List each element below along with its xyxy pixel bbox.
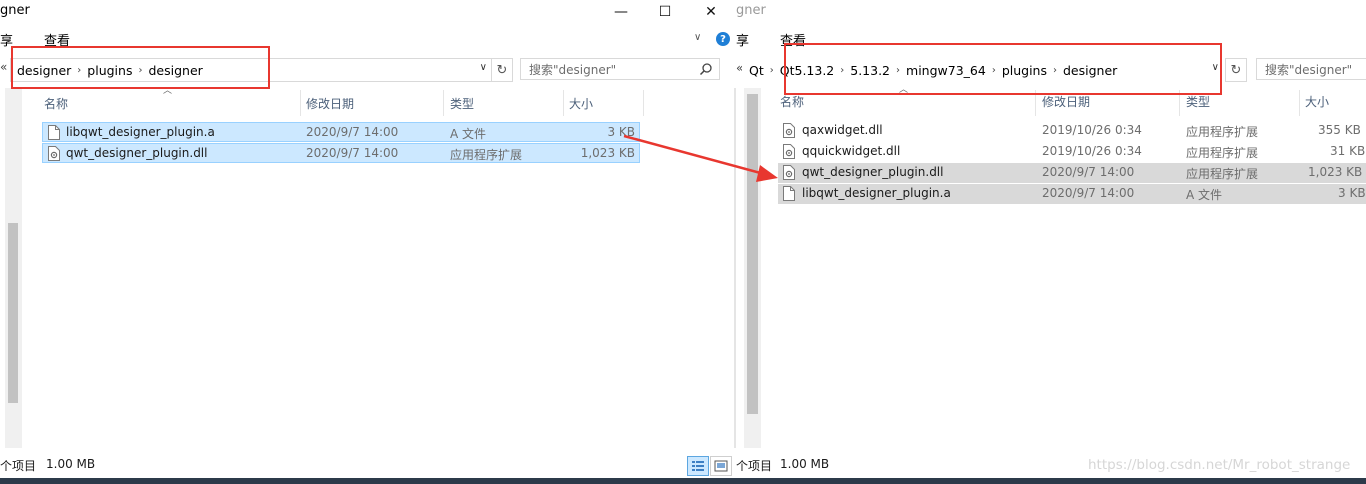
file-size: 3 KB xyxy=(1338,186,1366,200)
file-type: A 文件 xyxy=(1186,188,1223,202)
file-row[interactable]: qwt_designer_plugin.dll 2020/9/7 14:00 应… xyxy=(42,143,640,163)
annotation-arrow-icon xyxy=(623,134,778,182)
details-view-icon xyxy=(692,461,704,471)
refresh-button[interactable]: ↻ xyxy=(491,58,513,82)
file-type: 应用程序扩展 xyxy=(1186,167,1259,181)
maximize-button[interactable]: ☐ xyxy=(642,0,688,24)
file-date: 2020/9/7 14:00 xyxy=(1042,165,1135,179)
file-date: 2020/9/7 14:00 xyxy=(306,125,399,139)
column-header-size[interactable]: 大小 xyxy=(1305,90,1329,112)
file-row[interactable]: qaxwidget.dll 2019/10/26 0:34 应用程序扩展 355… xyxy=(778,121,1366,141)
window-title: gner xyxy=(736,3,766,18)
file-date: 2019/10/26 0:34 xyxy=(1042,123,1142,137)
help-icon[interactable]: ? xyxy=(716,32,730,46)
file-type: A 文件 xyxy=(450,127,487,141)
breadcrumb-item[interactable]: Qt xyxy=(749,63,764,78)
file-date: 2020/9/7 14:00 xyxy=(306,146,399,160)
refresh-icon: ↻ xyxy=(1230,62,1242,78)
file-icon xyxy=(48,125,60,140)
search-placeholder: 搜索"designer" xyxy=(529,62,617,77)
search-input[interactable]: 搜索"designer" xyxy=(520,58,720,80)
details-view-button[interactable] xyxy=(687,456,709,476)
close-button[interactable]: ✕ xyxy=(688,0,734,24)
desktop-background-strip xyxy=(0,478,1366,484)
file-row[interactable]: libqwt_designer_plugin.a 2020/9/7 14:00 … xyxy=(42,122,640,142)
column-header-date[interactable]: 修改日期 xyxy=(306,92,354,114)
watermark: https://blog.csdn.net/Mr_robot_strange xyxy=(1088,457,1351,473)
minimize-button[interactable]: — xyxy=(598,0,644,24)
file-row[interactable]: libqwt_designer_plugin.a 2020/9/7 14:00 … xyxy=(778,184,1366,204)
status-size: 1.00 MB xyxy=(46,457,96,471)
file-name: libqwt_designer_plugin.a xyxy=(66,125,215,139)
ribbon-expand-icon[interactable]: ∨ xyxy=(694,32,701,43)
file-name: qwt_designer_plugin.dll xyxy=(802,165,944,179)
file-name: qwt_designer_plugin.dll xyxy=(66,146,208,160)
close-icon: ✕ xyxy=(705,4,717,20)
file-type: 应用程序扩展 xyxy=(1186,125,1259,139)
file-row[interactable]: qwt_designer_plugin.dll 2020/9/7 14:00 应… xyxy=(778,163,1366,183)
scrollbar-thumb[interactable] xyxy=(8,223,18,403)
file-date: 2019/10/26 0:34 xyxy=(1042,144,1142,158)
annotation-box-right-path xyxy=(784,43,1222,95)
ribbon-tab-share[interactable]: 享 xyxy=(736,30,749,49)
maximize-icon: ☐ xyxy=(658,4,672,20)
status-size: 1.00 MB xyxy=(780,457,830,471)
dll-icon xyxy=(48,146,60,161)
file-name: qquickwidget.dll xyxy=(802,144,901,158)
chevron-right-icon[interactable]: › xyxy=(770,65,774,76)
file-name: libqwt_designer_plugin.a xyxy=(802,186,951,200)
file-row[interactable]: qquickwidget.dll 2019/10/26 0:34 应用程序扩展 … xyxy=(778,142,1366,162)
column-header-type[interactable]: 类型 xyxy=(450,92,474,114)
annotation-box-left-path xyxy=(11,46,270,89)
breadcrumb-overflow-icon[interactable]: « xyxy=(0,60,7,74)
file-size: 355 KB xyxy=(1318,123,1361,137)
search-icon xyxy=(699,63,712,76)
file-type: 应用程序扩展 xyxy=(450,148,523,162)
file-type: 应用程序扩展 xyxy=(1186,146,1259,160)
chevron-down-icon[interactable]: ∨ xyxy=(480,62,487,73)
file-name: qaxwidget.dll xyxy=(802,123,883,137)
file-size: 31 KB xyxy=(1330,144,1366,158)
search-placeholder: 搜索"designer" xyxy=(1265,62,1353,77)
column-header-size[interactable]: 大小 xyxy=(569,92,593,114)
minimize-icon: — xyxy=(614,4,628,20)
window-title: gner xyxy=(0,3,30,18)
file-size: 1,023 KB xyxy=(1308,165,1363,179)
large-icons-view-button[interactable] xyxy=(710,456,732,476)
status-item-count: 个项目 xyxy=(736,459,773,473)
left-nav-scrollbar[interactable] xyxy=(5,88,22,448)
search-input[interactable]: 搜索"designer" xyxy=(1256,58,1366,80)
refresh-button[interactable]: ↻ xyxy=(1225,58,1247,82)
status-item-count: 个项目 xyxy=(0,459,37,473)
large-icons-view-icon xyxy=(714,460,728,472)
file-date: 2020/9/7 14:00 xyxy=(1042,186,1135,200)
refresh-icon: ↻ xyxy=(496,62,508,78)
column-header-name[interactable]: 名称 xyxy=(44,92,68,114)
